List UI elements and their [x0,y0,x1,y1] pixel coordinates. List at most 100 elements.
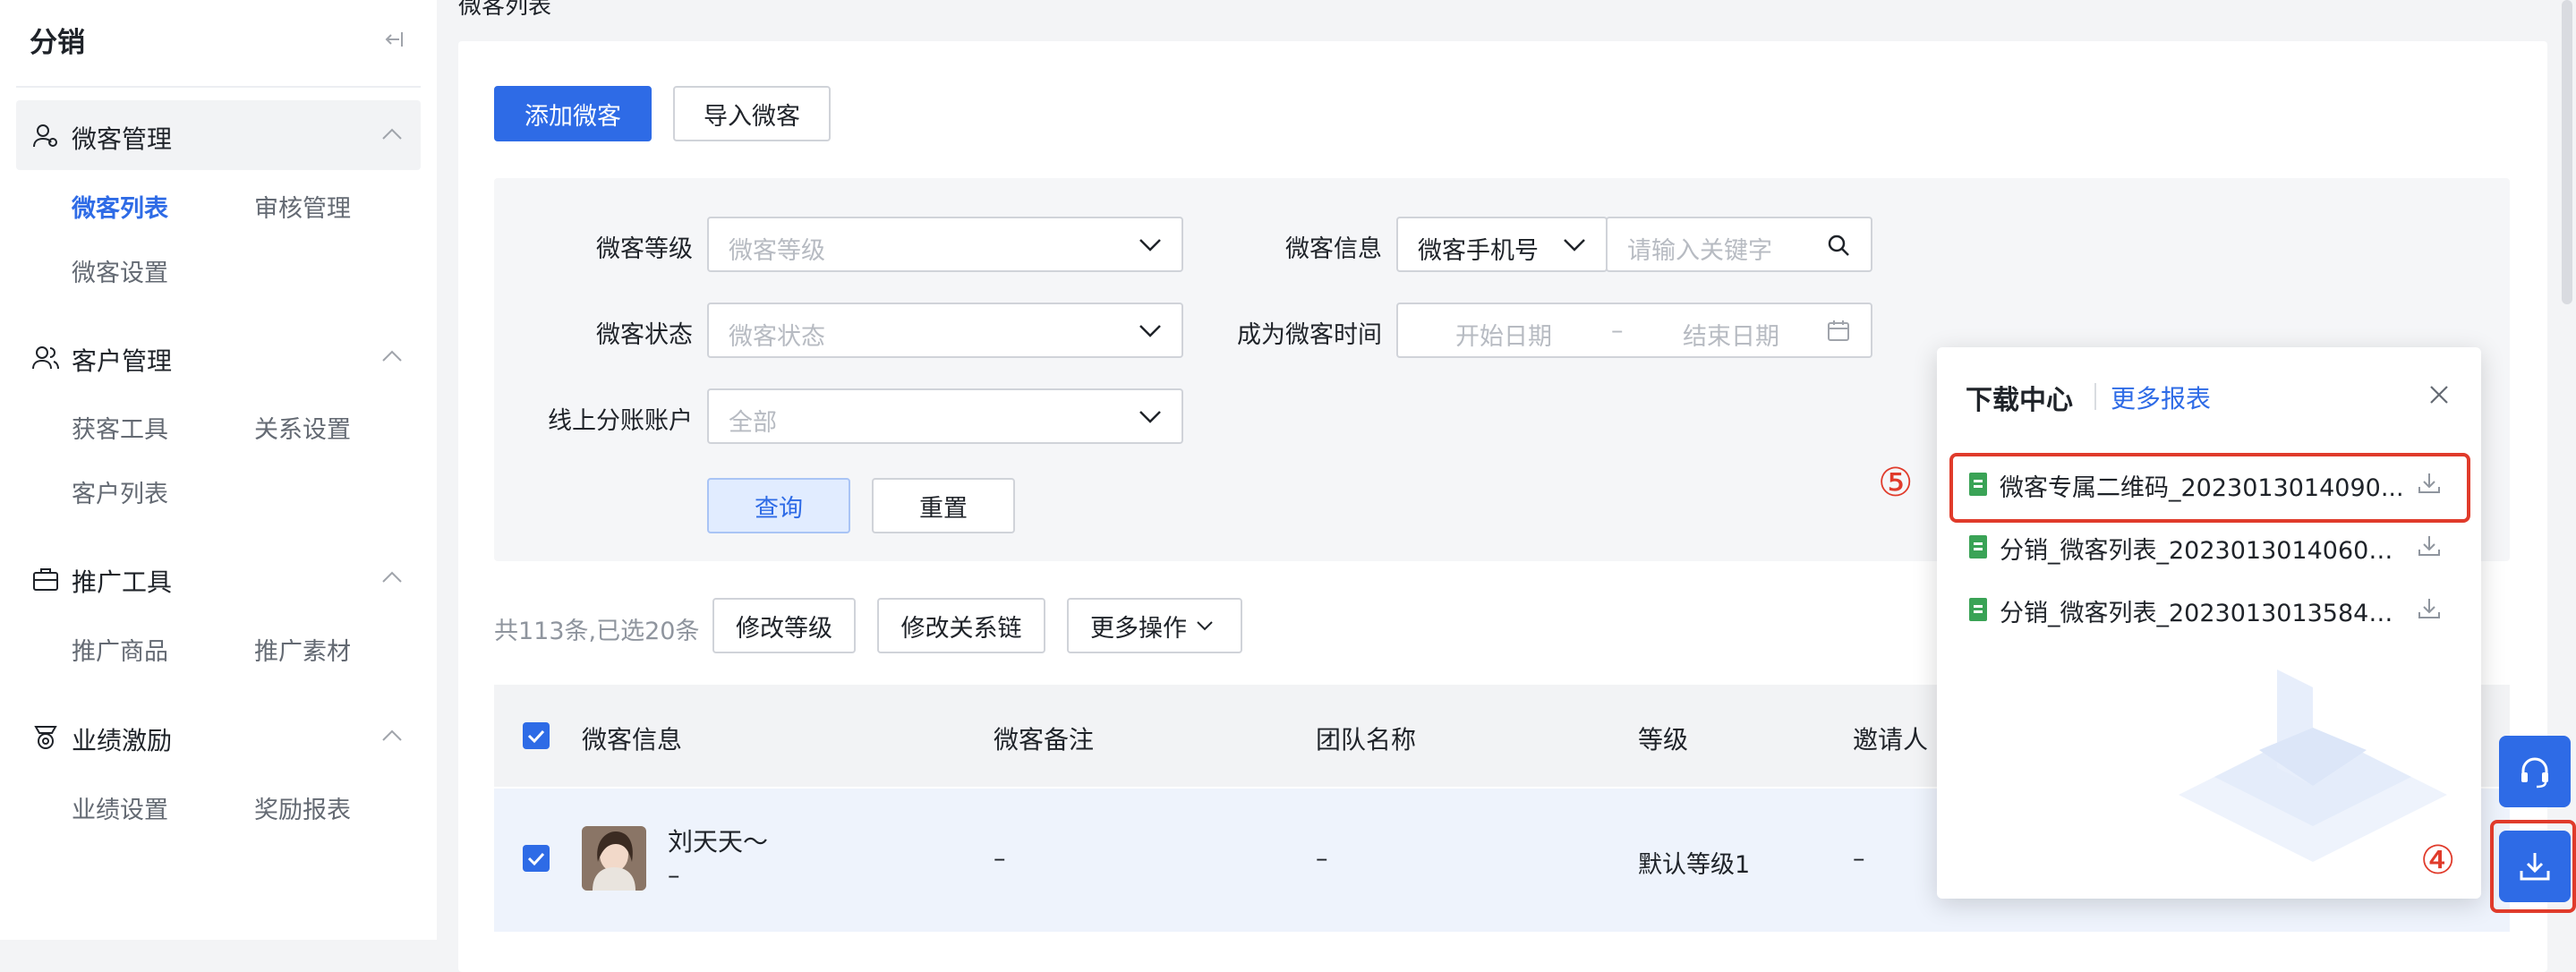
download-icon[interactable] [2417,533,2442,558]
column-header: 微客信息 [582,725,683,755]
sidebar-group-customers[interactable]: 客户管理 [16,322,421,392]
info-type-select[interactable]: 微客手机号 [1396,217,1608,272]
chevron-down-icon [1564,239,1585,252]
start-date-placeholder: 开始日期 [1455,323,1552,351]
sidebar-group-label: 推广工具 [72,567,173,597]
sidebar-item-promo-materials[interactable]: 推广素材 [254,632,351,667]
page-scrollbar[interactable] [2562,0,2572,304]
keyword-input[interactable]: 请输入关键字 [1606,217,1872,272]
close-icon[interactable] [2427,383,2451,406]
step-marker-4: ④ [2420,838,2456,883]
row-checkbox[interactable] [523,845,550,872]
sidebar-item-review[interactable]: 审核管理 [254,189,351,224]
chevron-up-icon [382,729,402,741]
download-icon[interactable] [2417,596,2442,621]
chevron-down-icon [1197,621,1213,631]
search-icon[interactable] [1826,233,1851,258]
status-filter-label: 微客状态 [596,321,693,349]
excel-file-icon [1969,598,1987,621]
sidebar-item-weike-list[interactable]: 微客列表 [72,189,168,224]
inviter: – [1853,845,1865,873]
edit-level-button[interactable]: 修改等级 [712,598,856,653]
selection-count: 共113条,已选20条 [494,618,700,645]
title-divider [2094,383,2096,410]
sidebar-item-reward-report[interactable]: 奖励报表 [254,790,351,825]
sidebar-group-weike[interactable]: 微客管理 [16,100,421,170]
query-button[interactable]: 查询 [707,478,850,533]
chevron-up-icon [382,571,402,583]
status-placeholder: 微客状态 [729,323,825,351]
check-icon [527,729,545,744]
import-weike-button[interactable]: 导入微客 [673,86,831,141]
weike-name: 刘天天～ [668,827,769,857]
collapse-sidebar-icon[interactable] [380,27,405,52]
check-icon [527,852,545,866]
download-file-item[interactable]: 分销_微客列表_20230130140604... [1953,516,2463,576]
info-type-value: 微客手机号 [1418,237,1539,265]
more-actions-label: 更多操作 [1090,614,1187,643]
sidebar-divider [16,86,421,88]
sidebar-title: 分销 [30,27,85,59]
chevron-up-icon [382,128,402,140]
headset-icon [2521,757,2548,789]
sidebar-group-promotion[interactable]: 推广工具 [16,543,421,613]
user-group-icon [33,124,57,148]
download-file-name: 分销_微客列表_20230130140604... [2000,537,2404,565]
download-center-button[interactable] [2499,831,2571,902]
download-icon [2520,853,2550,881]
page-title: 微客列表 [458,0,552,20]
briefcase-icon [33,568,58,591]
chevron-down-icon [1139,411,1161,423]
sidebar-group-label: 客户管理 [72,346,173,376]
column-header: 微客备注 [994,725,1095,755]
sidebar-item-acquire-tools[interactable]: 获客工具 [72,410,168,445]
excel-file-icon [1969,535,1987,558]
sidebar-item-relation-settings[interactable]: 关系设置 [254,410,351,445]
download-illustration [2179,669,2447,862]
highlight-box-file [1949,453,2470,523]
download-center-title: 下载中心 [1966,385,2073,416]
weike-remark: – [994,845,1006,873]
more-actions-button[interactable]: 更多操作 [1067,598,1242,653]
end-date-placeholder: 结束日期 [1683,323,1779,351]
more-reports-link[interactable]: 更多报表 [2111,379,2211,415]
avatar [582,826,646,891]
download-file-item[interactable]: 分销_微客列表_20230130135840... [1953,578,2463,639]
keyword-placeholder: 请输入关键字 [1627,237,1772,265]
account-select[interactable]: 全部 [707,388,1183,444]
column-header: 团队名称 [1316,725,1417,755]
sidebar-group-label: 业绩激励 [72,726,173,755]
reset-button[interactable]: 重置 [872,478,1015,533]
weike-level: 默认等级1 [1638,851,1751,879]
download-file-name: 分销_微客列表_20230130135840... [2000,600,2404,627]
chevron-up-icon [382,350,402,362]
level-filter-label: 微客等级 [596,235,693,263]
sidebar-group-label: 微客管理 [72,124,173,154]
chevron-down-icon [1139,239,1161,252]
time-filter-label: 成为微客时间 [1237,321,1382,349]
account-value: 全部 [729,409,777,437]
range-separator: – [1611,317,1624,345]
sidebar-item-promo-products[interactable]: 推广商品 [72,632,168,667]
add-weike-button[interactable]: 添加微客 [494,86,652,141]
users-icon [32,346,59,370]
status-select[interactable]: 微客状态 [707,303,1183,358]
sidebar-group-performance[interactable]: 业绩激励 [16,702,421,772]
step-marker-5: ⑤ [1878,460,1914,506]
download-center-panel: 下载中心 更多报表 微客专属二维码_2023013014090... 分销_微客… [1937,347,2481,899]
select-all-checkbox[interactable] [523,722,550,749]
sidebar-item-weike-settings[interactable]: 微客设置 [72,253,168,288]
customer-service-button[interactable] [2499,736,2571,807]
calendar-icon [1828,320,1849,341]
sidebar-item-performance-settings[interactable]: 业绩设置 [72,790,168,825]
medal-icon [34,726,57,749]
account-filter-label: 线上分账账户 [548,407,693,435]
level-select[interactable]: 微客等级 [707,217,1183,272]
chevron-down-icon [1139,325,1161,337]
sidebar: 分销 微客管理 微客列表 审核管理 微客设置 客户管理 获客工具 关系设置 客户… [0,0,437,940]
edit-chain-button[interactable]: 修改关系链 [877,598,1045,653]
team-name: – [1316,845,1328,873]
sidebar-item-customer-list[interactable]: 客户列表 [72,474,168,509]
date-range-picker[interactable]: 开始日期 – 结束日期 [1396,303,1872,358]
avatar-photo [582,826,646,891]
